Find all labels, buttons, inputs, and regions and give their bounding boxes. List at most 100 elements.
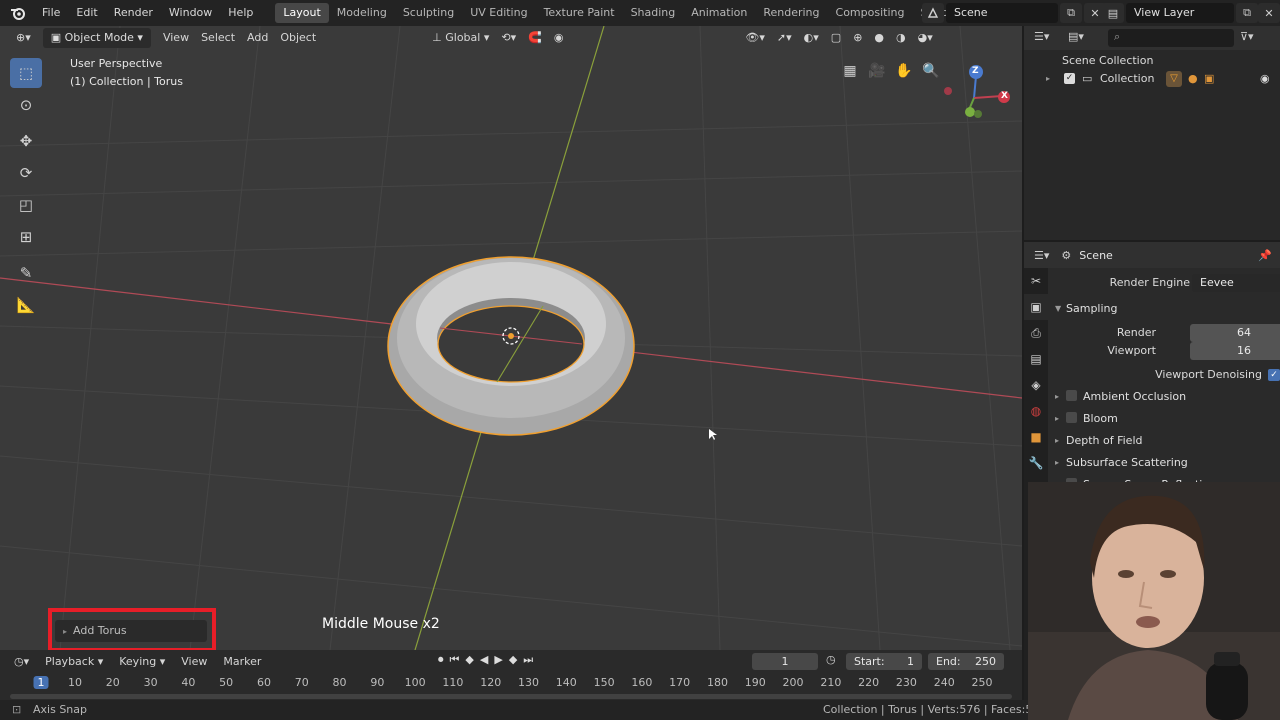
- rendered-shading-icon[interactable]: ◕▾: [912, 26, 939, 50]
- section-depth-of-field[interactable]: ▸ Depth of Field: [1052, 430, 1280, 452]
- scale-tool-icon[interactable]: ◰: [10, 190, 42, 220]
- tab-compositing[interactable]: Compositing: [828, 3, 913, 23]
- new-view-layer-icon[interactable]: ⧉: [1236, 3, 1258, 23]
- editor-type-icon[interactable]: ⊕▾: [10, 26, 37, 50]
- menu-playback[interactable]: Playback ▾: [37, 655, 111, 668]
- jump-start-icon[interactable]: ⏮: [450, 653, 460, 667]
- material-shading-icon[interactable]: ◑: [890, 26, 912, 50]
- select-box-tool-icon[interactable]: ⬚: [10, 58, 42, 88]
- solid-shading-icon[interactable]: ●: [868, 26, 890, 50]
- tab-rendering[interactable]: Rendering: [755, 3, 827, 23]
- 3d-viewport[interactable]: Z X ⊕▾ ▣ Object Mode ▾ View Select Add O…: [0, 26, 1022, 650]
- pin-icon[interactable]: 📌: [1258, 249, 1272, 262]
- render-tab-icon[interactable]: ▣: [1024, 294, 1048, 320]
- viewport-samples-field[interactable]: 16: [1190, 342, 1280, 360]
- cursor-tool-icon[interactable]: ⊙: [10, 90, 42, 120]
- rotate-tool-icon[interactable]: ⟳: [10, 158, 42, 188]
- menu-timeline-view[interactable]: View: [173, 655, 215, 668]
- view-layer-icon[interactable]: ▤: [1102, 3, 1124, 23]
- display-mode-icon[interactable]: ▤▾: [1068, 30, 1084, 43]
- play-reverse-icon[interactable]: ◀: [480, 653, 488, 667]
- visibility-icon[interactable]: 👁▾: [739, 26, 771, 50]
- collection-checkbox[interactable]: ✓: [1064, 73, 1075, 84]
- next-keyframe-icon[interactable]: ◆: [509, 653, 517, 667]
- output-tab-icon[interactable]: ⎙: [1024, 320, 1048, 346]
- grid-view-icon[interactable]: ▦: [838, 60, 862, 82]
- section-enable-checkbox[interactable]: [1066, 390, 1077, 401]
- menu-window[interactable]: Window: [161, 0, 220, 26]
- section-bloom[interactable]: ▸ Bloom: [1052, 408, 1280, 430]
- camera-view-icon[interactable]: 🎥: [865, 60, 889, 82]
- menu-select[interactable]: Select: [195, 26, 241, 50]
- viewport-denoising-checkbox[interactable]: ✓: [1268, 369, 1280, 381]
- overlay-toggle-icon[interactable]: ◐▾: [798, 26, 825, 50]
- tab-modeling[interactable]: Modeling: [329, 3, 395, 23]
- scene-selector-icon[interactable]: [922, 3, 944, 23]
- frame-ruler[interactable]: 1 10 20 30 40 50 60 70 80 90 100 110 120 130 140 150 160…: [0, 674, 1022, 694]
- visibility-eye-icon[interactable]: ◉: [1260, 70, 1270, 88]
- object-tab-icon[interactable]: ■: [1024, 424, 1048, 450]
- tool-tab-icon[interactable]: ✂: [1024, 268, 1048, 294]
- snap-icon[interactable]: 🧲: [522, 26, 548, 50]
- pan-hand-icon[interactable]: ✋: [892, 60, 916, 82]
- gizmo-toggle-icon[interactable]: ➚▾: [771, 26, 798, 50]
- delete-view-layer-icon[interactable]: ✕: [1258, 3, 1280, 23]
- tab-layout[interactable]: Layout: [275, 3, 329, 23]
- tab-uv-editing[interactable]: UV Editing: [462, 3, 535, 23]
- menu-keying[interactable]: Keying ▾: [111, 655, 173, 668]
- light-icon[interactable]: ●: [1188, 70, 1198, 88]
- pivot-point-icon[interactable]: ⟲▾: [495, 26, 522, 50]
- zoom-icon[interactable]: 🔍: [919, 60, 943, 82]
- end-frame-field[interactable]: End: 250: [928, 653, 1004, 670]
- render-engine-dropdown[interactable]: Eevee▾: [1192, 274, 1280, 292]
- transform-tool-icon[interactable]: ⊞: [10, 222, 42, 252]
- timeline-scrollbar[interactable]: [10, 694, 1012, 699]
- mode-dropdown[interactable]: ▣ Object Mode ▾: [42, 28, 151, 48]
- filter-icon[interactable]: ⊽▾: [1240, 30, 1254, 43]
- menu-render[interactable]: Render: [106, 0, 161, 26]
- scene-name-field[interactable]: Scene: [946, 3, 1058, 23]
- menu-help[interactable]: Help: [220, 0, 261, 26]
- menu-file[interactable]: File: [34, 0, 68, 26]
- tab-texture-paint[interactable]: Texture Paint: [536, 3, 623, 23]
- timeline-editor-type-icon[interactable]: ◷▾: [6, 655, 37, 668]
- outliner-scene-collection[interactable]: Scene Collection: [1024, 52, 1280, 70]
- transform-orientation-dropdown[interactable]: ⊥ Global ▾: [426, 26, 495, 50]
- play-icon[interactable]: ▶: [494, 653, 502, 667]
- outliner-editor-type-icon[interactable]: ☰▾: [1034, 30, 1049, 43]
- view-layer-field[interactable]: View Layer: [1126, 3, 1234, 23]
- world-tab-icon[interactable]: ◍: [1024, 398, 1048, 424]
- menu-view[interactable]: View: [157, 26, 195, 50]
- sampling-section-header[interactable]: ▼ Sampling: [1052, 298, 1280, 320]
- section-enable-checkbox[interactable]: [1066, 412, 1077, 423]
- jump-end-icon[interactable]: ⏭: [523, 653, 533, 667]
- menu-object[interactable]: Object: [274, 26, 322, 50]
- tab-shading[interactable]: Shading: [623, 3, 684, 23]
- blender-logo-icon[interactable]: [6, 1, 30, 25]
- view-layer-tab-icon[interactable]: ▤: [1024, 346, 1048, 372]
- scene-tab-icon[interactable]: ◈: [1024, 372, 1048, 398]
- section-ambient-occlusion[interactable]: ▸ Ambient Occlusion: [1052, 386, 1280, 408]
- section-subsurface-scattering[interactable]: ▸ Subsurface Scattering: [1052, 452, 1280, 474]
- current-frame-field[interactable]: 1: [752, 653, 818, 670]
- proportional-edit-icon[interactable]: ◉: [548, 26, 570, 50]
- tab-sculpting[interactable]: Sculpting: [395, 3, 462, 23]
- menu-add[interactable]: Add: [241, 26, 274, 50]
- prev-keyframe-icon[interactable]: ◆: [465, 653, 473, 667]
- move-tool-icon[interactable]: ✥: [10, 126, 42, 156]
- wireframe-shading-icon[interactable]: ⊕: [847, 26, 868, 50]
- camera-icon[interactable]: ▣: [1204, 70, 1214, 88]
- new-scene-icon[interactable]: ⧉: [1060, 3, 1082, 23]
- menu-marker[interactable]: Marker: [215, 655, 269, 668]
- menu-edit[interactable]: Edit: [68, 0, 105, 26]
- outliner-collection-row[interactable]: ▸ ✓ ▭ Collection ▽ ● ▣ ◉: [1024, 70, 1280, 88]
- stopwatch-icon[interactable]: ◷: [826, 653, 836, 666]
- modifier-tab-icon[interactable]: 🔧: [1024, 450, 1048, 476]
- expand-arrow-icon[interactable]: ▸: [1046, 70, 1050, 88]
- record-icon[interactable]: ⏺: [438, 653, 444, 667]
- outliner-search-input[interactable]: ⌕: [1108, 29, 1234, 47]
- tab-animation[interactable]: Animation: [683, 3, 755, 23]
- render-samples-field[interactable]: 64: [1190, 324, 1280, 342]
- properties-editor-type-icon[interactable]: ☰▾: [1034, 249, 1049, 262]
- start-frame-field[interactable]: Start: 1: [846, 653, 922, 670]
